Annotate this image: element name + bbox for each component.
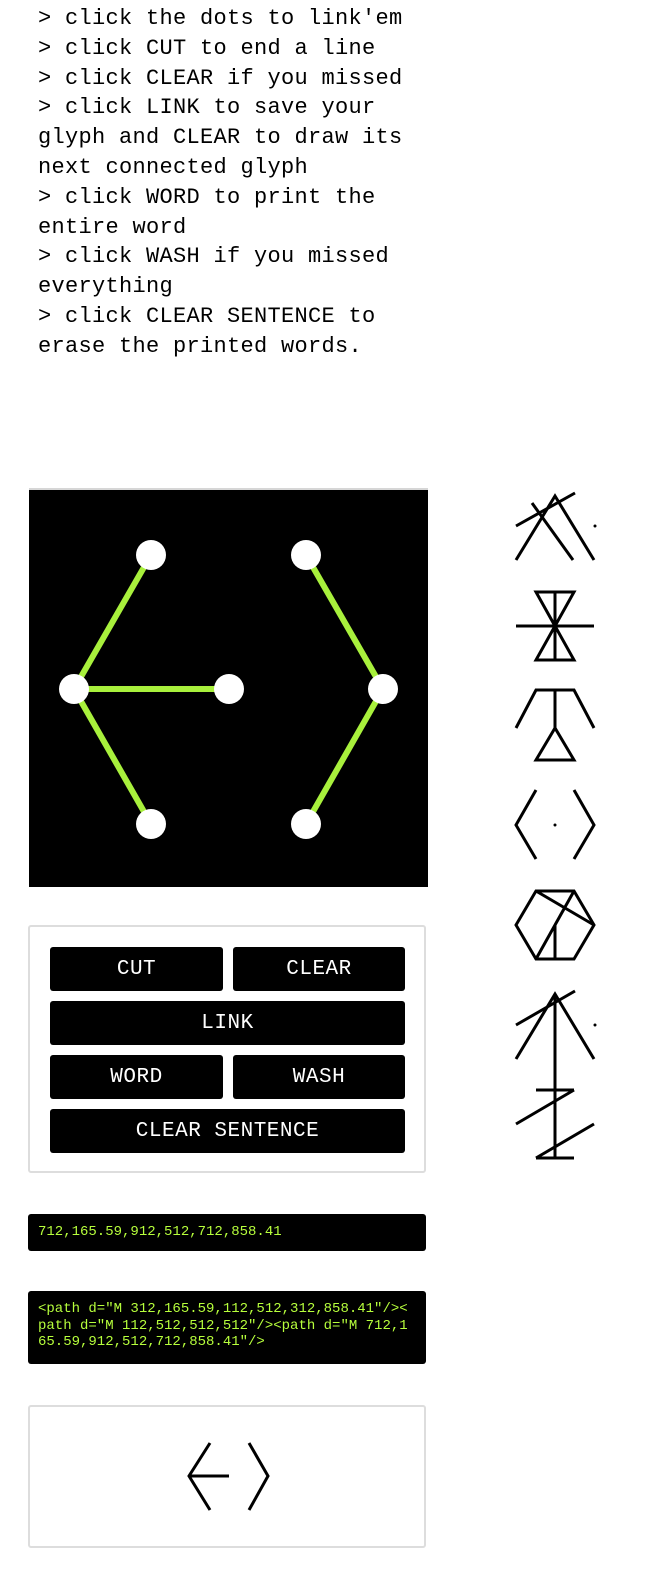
glyph-preview <box>28 1405 426 1548</box>
instruction-line: > click the dots to link'em <box>38 6 403 31</box>
dot-mark <box>593 1023 597 1027</box>
glyph-drawing-canvas[interactable] <box>29 488 428 887</box>
instructions: > click the dots to link'em > click CUT … <box>38 4 448 362</box>
word-button[interactable]: WORD <box>50 1055 223 1099</box>
grid-dot[interactable] <box>136 540 166 570</box>
printed-glyph <box>514 889 596 961</box>
controls-panel: CUT CLEAR LINK WORD WASH CLEAR SENTENCE <box>28 925 426 1173</box>
printed-glyph <box>516 590 594 662</box>
printed-glyph <box>514 491 596 561</box>
printed-glyph <box>514 989 596 1158</box>
svg-path-output: <path d="M 312,165.59,112,512,312,858.41… <box>28 1291 426 1364</box>
instruction-line: > click WORD to print the entire word <box>38 184 390 240</box>
printed-glyph <box>514 688 596 762</box>
dot-mark <box>593 524 597 528</box>
instruction-line: > click WASH if you missed everything <box>38 244 403 300</box>
instruction-line: > click CUT to end a line <box>38 35 376 61</box>
instruction-line: > click LINK to save your glyph and CLEA… <box>38 95 417 180</box>
preview-glyph <box>187 1442 270 1511</box>
grid-dot[interactable] <box>368 674 398 704</box>
clear-button[interactable]: CLEAR <box>233 947 405 991</box>
grid-dot[interactable] <box>136 809 166 839</box>
dot-mark <box>553 823 557 827</box>
glyph-line <box>247 1442 270 1511</box>
grid-dot[interactable] <box>291 540 321 570</box>
coordinates-output: 712,165.59,912,512,712,858.41 <box>28 1214 426 1251</box>
clear-sentence-button[interactable]: CLEAR SENTENCE <box>50 1109 405 1153</box>
grid-dot[interactable] <box>214 674 244 704</box>
printed-sentence <box>510 488 605 1168</box>
grid-dot[interactable] <box>291 809 321 839</box>
wash-button[interactable]: WASH <box>233 1055 405 1099</box>
link-button[interactable]: LINK <box>50 1001 405 1045</box>
instruction-line: > click CLEAR SENTENCE to erase the prin… <box>38 303 390 359</box>
instruction-line: > click CLEAR if you missed <box>38 65 403 91</box>
grid-dot[interactable] <box>59 674 89 704</box>
cut-button[interactable]: CUT <box>50 947 223 991</box>
